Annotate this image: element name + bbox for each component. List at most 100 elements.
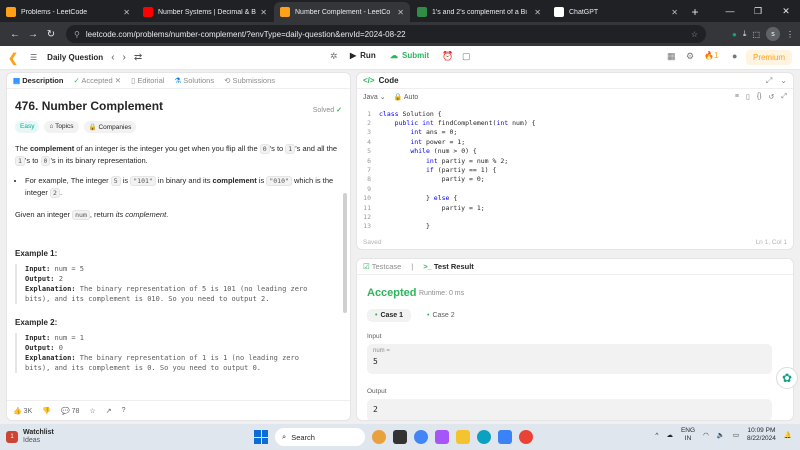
tab-testcase[interactable]: ☑ Testcase [363, 262, 401, 271]
debug-icon[interactable]: ✲ [330, 51, 338, 62]
code-line[interactable]: 10 } else { [357, 194, 793, 203]
like-button[interactable]: 👍 3K [13, 407, 32, 415]
chrome-profile-icon[interactable] [519, 430, 533, 444]
tab-test-result[interactable]: >_ Test Result [423, 262, 474, 271]
clock[interactable]: 10:09 PM 8/22/2024 [747, 427, 776, 443]
close-tab-icon[interactable]: ✕ [534, 8, 541, 17]
edge-icon[interactable] [477, 430, 491, 444]
problem-title[interactable]: 476. Number Complement [15, 99, 345, 113]
help-icon[interactable]: ? [122, 407, 126, 414]
close-tab-icon[interactable]: ✕ [260, 8, 267, 17]
wifi-icon[interactable]: ◠ [703, 431, 709, 439]
taskbar-search[interactable]: ⌕ Search [275, 428, 365, 446]
dislike-icon[interactable]: 👎 [42, 407, 51, 415]
code-line[interactable]: 5 while (num > 0) { [357, 147, 793, 156]
language-select[interactable]: Java ⌄ [363, 93, 386, 101]
code-line[interactable]: 12 [357, 212, 793, 221]
extension-icon[interactable]: ● [732, 30, 737, 39]
fullscreen-icon[interactable]: ⤢ [766, 76, 772, 86]
battery-icon[interactable]: ▭ [733, 431, 739, 439]
browser-tab[interactable]: Number Systems | Decimal & B ✕ [137, 2, 273, 22]
close-tab-icon[interactable]: ✕ [123, 8, 130, 17]
case-2-tab[interactable]: • Case 2 [419, 309, 463, 322]
prev-question-icon[interactable]: ‹ [111, 52, 114, 63]
chevron-up-icon[interactable]: ^ [655, 432, 658, 439]
auto-indicator[interactable]: 🔒 Auto [394, 93, 419, 101]
topics-chip[interactable]: ⌂ Topics [44, 121, 79, 133]
shuffle-icon[interactable]: ⇄ [134, 52, 142, 63]
code-line[interactable]: 13 } [357, 222, 793, 231]
code-line[interactable]: 3 int ans = 0; [357, 128, 793, 137]
browser-tab[interactable]: ChatGPT ✕ [548, 2, 684, 22]
share-icon[interactable]: ↗ [106, 407, 112, 415]
collapse-icon[interactable]: ⌄ [780, 76, 787, 86]
volume-icon[interactable]: 🔈 [717, 431, 725, 439]
maximize-icon[interactable]: ❐ [744, 0, 772, 22]
leetcode-logo-icon[interactable]: ❮ [8, 51, 22, 65]
cloud-icon[interactable]: ☁ [666, 431, 673, 439]
code-line[interactable]: 4 int power = 1; [357, 137, 793, 146]
bookmark-icon[interactable]: ▯ [746, 93, 750, 101]
file-explorer-icon[interactable] [456, 430, 470, 444]
reload-icon[interactable]: ↻ [42, 29, 60, 40]
format-icon[interactable]: ≡ [735, 93, 739, 101]
site-info-icon[interactable]: ⚲ [74, 30, 80, 39]
start-windows-icon[interactable] [254, 430, 268, 444]
premium-button[interactable]: Premium [745, 50, 792, 65]
forward-icon[interactable]: → [24, 29, 42, 40]
browser-tab[interactable]: 1's and 2's complement of a Bi ✕ [411, 2, 547, 22]
browser-tab[interactable]: Problems - LeetCode ✕ [0, 2, 136, 22]
code-line[interactable]: 1 class Solution { [357, 109, 793, 118]
back-icon[interactable]: ← [6, 29, 24, 40]
tab-solutions[interactable]: ⚗ Solutions [174, 76, 214, 85]
notification-bell-icon[interactable]: 🔔 [784, 431, 792, 439]
menu-kebab-icon[interactable]: ⋮ [786, 30, 794, 39]
code-line[interactable]: 7 if (partiy == 1) { [357, 165, 793, 174]
new-tab-button[interactable]: + [685, 2, 705, 22]
braces-icon[interactable]: {} [757, 93, 762, 101]
code-line[interactable]: 2 public int findComplement(int num) { [357, 118, 793, 127]
chatgpt-floating-icon[interactable]: ✿ [776, 367, 798, 389]
bookmark-star-icon[interactable]: ☆ [691, 30, 698, 39]
task-view-icon[interactable] [393, 430, 407, 444]
download-icon[interactable]: ⤓ [743, 29, 747, 39]
minimize-icon[interactable]: — [716, 0, 744, 22]
code-line[interactable]: 9 [357, 184, 793, 193]
notes-icon[interactable]: ▢ [462, 51, 471, 62]
profile-avatar[interactable]: s [766, 27, 780, 41]
colorful-app-icon[interactable] [435, 430, 449, 444]
layout-icon[interactable]: ▦ [667, 51, 676, 62]
browser-tab-active[interactable]: Number Complement - LeetCo ✕ [274, 2, 410, 22]
chrome-icon[interactable] [414, 430, 428, 444]
url-field[interactable]: ⚲ leetcode.com/problems/number-complemen… [66, 25, 706, 43]
run-button[interactable]: ▶ Run [350, 51, 376, 60]
companies-chip[interactable]: 🔒 Companies [83, 121, 137, 133]
tab-submissions[interactable]: ⟲ Submissions [224, 76, 275, 85]
expand-icon[interactable]: ⤢ [781, 93, 787, 101]
input-language[interactable]: ENG IN [681, 427, 695, 443]
case-1-tab[interactable]: • Case 1 [367, 309, 412, 322]
submit-button[interactable]: ☁ Submit [390, 51, 429, 60]
extensions-puzzle-icon[interactable]: ⬚ [752, 30, 760, 39]
tab-editorial[interactable]: ▯ Editorial [131, 76, 164, 85]
code-line[interactable]: 8 partiy = 0; [357, 175, 793, 184]
description-scrollbar[interactable] [343, 193, 347, 313]
list-icon[interactable]: ☰ [30, 53, 37, 62]
daily-question-link[interactable]: Daily Question [47, 53, 103, 62]
alarm-icon[interactable]: ⏰ [442, 51, 453, 62]
streak-counter[interactable]: 🔥1 [704, 51, 718, 60]
code-line[interactable]: 11 partiy = 1; [357, 203, 793, 212]
copilot-icon[interactable] [372, 430, 386, 444]
close-tab-icon[interactable]: ✕ [671, 8, 678, 17]
code-editor[interactable]: 1 class Solution {2 public int findComple… [357, 109, 793, 231]
settings-gear-icon[interactable]: ⚙ [686, 51, 694, 62]
user-avatar-icon[interactable]: ● [732, 51, 737, 61]
reset-icon[interactable]: ↺ [769, 93, 775, 101]
comments-button[interactable]: 💬 78 [61, 407, 79, 415]
widgets-button[interactable]: 1 Watchlist Ideas [6, 429, 54, 445]
close-window-icon[interactable]: ✕ [772, 0, 800, 22]
store-icon[interactable] [498, 430, 512, 444]
favorite-star-icon[interactable]: ☆ [89, 407, 95, 415]
code-line[interactable]: 6 int partiy = num % 2; [357, 156, 793, 165]
tab-description[interactable]: ▤ Description [13, 76, 63, 85]
